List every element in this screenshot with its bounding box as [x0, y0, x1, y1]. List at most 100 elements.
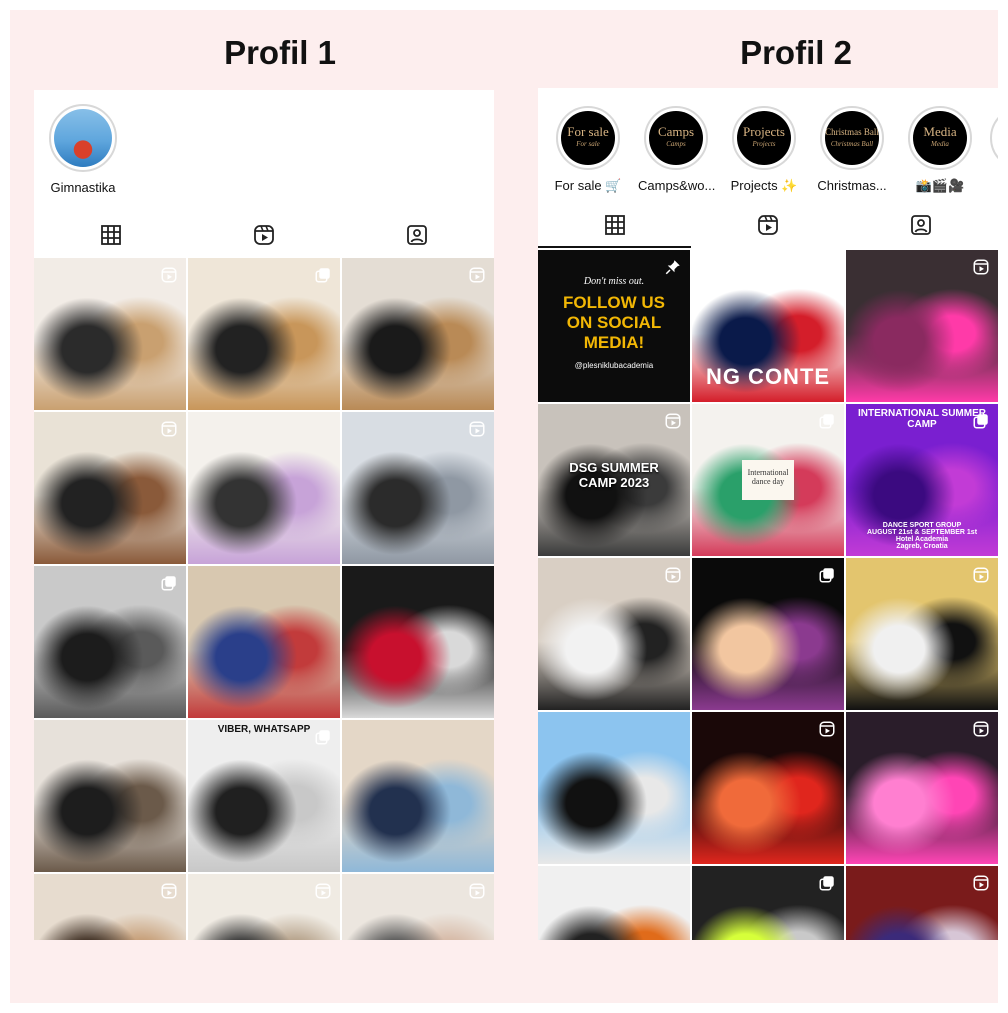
post-caption: DSG SUMMER CAMP 2023	[569, 460, 659, 490]
profile-2-title: Profil 2	[740, 34, 852, 71]
profile-2-post-tile[interactable]: DSG SUMMER CAMP 2023	[538, 404, 690, 556]
reel-badge-icon	[664, 412, 682, 435]
profile-1-tabs	[34, 212, 494, 258]
profile-2-post-tile[interactable]	[538, 712, 690, 864]
highlight-cover-title: Camps	[657, 124, 695, 139]
reel-badge-icon	[972, 874, 990, 897]
profile-1-post-tile[interactable]	[34, 874, 186, 940]
highlight-gimnastika[interactable]: Gimnastika	[46, 104, 120, 195]
profile-1-post-tile[interactable]	[342, 720, 494, 872]
profile-1-post-tile[interactable]	[342, 566, 494, 718]
profile-1-post-tile[interactable]	[342, 874, 494, 940]
profile-1-post-tile[interactable]	[188, 258, 340, 410]
profile-1-post-tile[interactable]	[34, 412, 186, 564]
carousel-badge-icon	[818, 566, 836, 589]
reel-badge-icon	[468, 882, 486, 905]
highlight-cover-title: For sale	[567, 124, 609, 139]
profile-2-post-tile[interactable]	[692, 712, 844, 864]
highlight-cover-subtitle: For sale	[576, 140, 600, 148]
reel-badge-icon	[468, 420, 486, 443]
footer-line: Zagreb, Croatia	[896, 543, 948, 550]
profile-2-post-tile[interactable]	[846, 558, 998, 710]
promo-line: @plesniklubacademia	[574, 361, 654, 370]
profile-2-tab-grid[interactable]	[538, 202, 692, 248]
post-center-label: International dance day	[742, 460, 794, 500]
carousel-badge-icon	[818, 412, 836, 435]
promo-line: MEDIA!	[583, 333, 645, 352]
profile-1-panel[interactable]: Gimnastika VIBER, WHATSAPP	[34, 90, 494, 940]
profile-1-post-tile[interactable]	[34, 258, 186, 410]
center-line: International	[747, 468, 789, 477]
reel-badge-icon	[818, 258, 836, 281]
profile-2-post-tile[interactable]: International dance day	[692, 404, 844, 556]
profile-1-post-tile[interactable]	[342, 412, 494, 564]
profile-1-post-tile[interactable]	[342, 258, 494, 410]
reel-badge-icon	[468, 266, 486, 289]
footer-line: Hotel Academia	[895, 536, 949, 543]
highlight-label: Christmas...	[817, 178, 887, 193]
profile-1-post-tile[interactable]	[188, 566, 340, 718]
pin-icon	[664, 258, 682, 281]
highlight-cover-title: Christmas Ball	[825, 127, 879, 137]
reel-badge-icon	[664, 566, 682, 589]
highlight-cover-subtitle: Projects	[752, 140, 776, 148]
profile-1-title: Profil 1	[224, 34, 336, 71]
highlight-for-sale[interactable]: For sale For sale For sale 🛒	[550, 106, 626, 194]
footer-line: DANCE SPORT GROUP	[882, 522, 962, 529]
profile-2-tab-reels[interactable]	[691, 202, 844, 248]
reel-badge-icon	[818, 720, 836, 743]
profile-1-tab-tagged[interactable]	[341, 212, 494, 258]
profile-2-post-tile[interactable]	[692, 558, 844, 710]
post-footer: DANCE SPORT GROUP AUGUST 21st & SEPTEMBER…	[846, 522, 998, 550]
reel-badge-icon	[160, 266, 178, 289]
profile-2-post-tile[interactable]: NG CONTE	[692, 250, 844, 402]
promo-line: ON SOCIAL	[566, 313, 662, 332]
highlight-label: Projects ✨	[730, 178, 798, 193]
grid-icon	[604, 215, 625, 235]
profile-2-post-tile[interactable]: INTERNATIONAL SUMMER CAMP DANCE SPORT GRO…	[846, 404, 998, 556]
tagged-icon	[407, 225, 428, 245]
reel-badge-icon	[972, 720, 990, 743]
profile-2-post-tile[interactable]	[846, 250, 998, 402]
highlight-cover-title: Projects	[743, 124, 785, 139]
profile-1-post-tile[interactable]	[188, 874, 340, 940]
highlight-cover-subtitle: Christmas Ball	[830, 140, 874, 148]
highlight-cover-subtitle: Camps	[666, 140, 686, 148]
profile-2-panel[interactable]: For sale For sale For sale 🛒 Camps Camps Camp…	[538, 88, 998, 940]
carousel-badge-icon	[160, 574, 178, 597]
reel-badge-icon	[972, 258, 990, 281]
highlight-label: 📸🎬🎥	[915, 178, 965, 193]
profile-1-tab-reels[interactable]	[187, 212, 340, 258]
reel-badge-icon	[160, 420, 178, 443]
profile-1-post-tile[interactable]	[188, 412, 340, 564]
profile-1-post-grid: VIBER, WHATSAPP	[34, 258, 494, 940]
profile-2-tab-tagged[interactable]	[845, 202, 998, 248]
profile-2-post-tile[interactable]	[846, 866, 998, 940]
reel-badge-icon	[160, 882, 178, 905]
profile-2-post-grid: Don't miss out. FOLLOW US ON SOCIAL MEDIA! @…	[538, 250, 998, 940]
highlight-cover-title: Media	[923, 124, 957, 139]
profile-1-post-tile[interactable]	[34, 566, 186, 718]
highlight-partial[interactable]	[990, 106, 998, 170]
highlight-projects[interactable]: Projects Projects Projects ✨	[726, 106, 802, 194]
profile-2-post-tile[interactable]: VII	[538, 866, 690, 940]
highlight-camps[interactable]: Camps Camps Camps&wo...	[638, 106, 715, 193]
profile-2-post-tile[interactable]	[538, 558, 690, 710]
profile-2-post-tile[interactable]	[846, 712, 998, 864]
footer-line: AUGUST 21st & SEPTEMBER 1st	[866, 529, 978, 536]
carousel-badge-icon	[314, 728, 332, 751]
highlight-cover-subtitle: Media	[931, 140, 949, 148]
comparison-canvas: Profil 1 Gimnastika VIBER, WHATSAPP Prof…	[10, 10, 998, 1003]
tagged-icon	[911, 215, 932, 235]
highlight-christmas-ball[interactable]: Christmas Ball Christmas Ball Christmas...	[814, 106, 890, 193]
profile-1-tab-grid[interactable]	[34, 212, 187, 258]
profile-2-post-tile[interactable]: Don't miss out. FOLLOW US ON SOCIAL MEDIA! @…	[538, 250, 690, 402]
profile-1-post-tile[interactable]	[34, 720, 186, 872]
center-line: dance day	[751, 477, 785, 486]
post-caption: NG CONTE	[705, 364, 831, 389]
profile-2-post-tile[interactable]	[692, 866, 844, 940]
highlight-label: Gimnastika	[50, 180, 116, 195]
promo-line: FOLLOW US	[563, 293, 665, 312]
profile-1-post-tile[interactable]: VIBER, WHATSAPP	[188, 720, 340, 872]
highlight-media[interactable]: Media Media 📸🎬🎥	[902, 106, 978, 194]
